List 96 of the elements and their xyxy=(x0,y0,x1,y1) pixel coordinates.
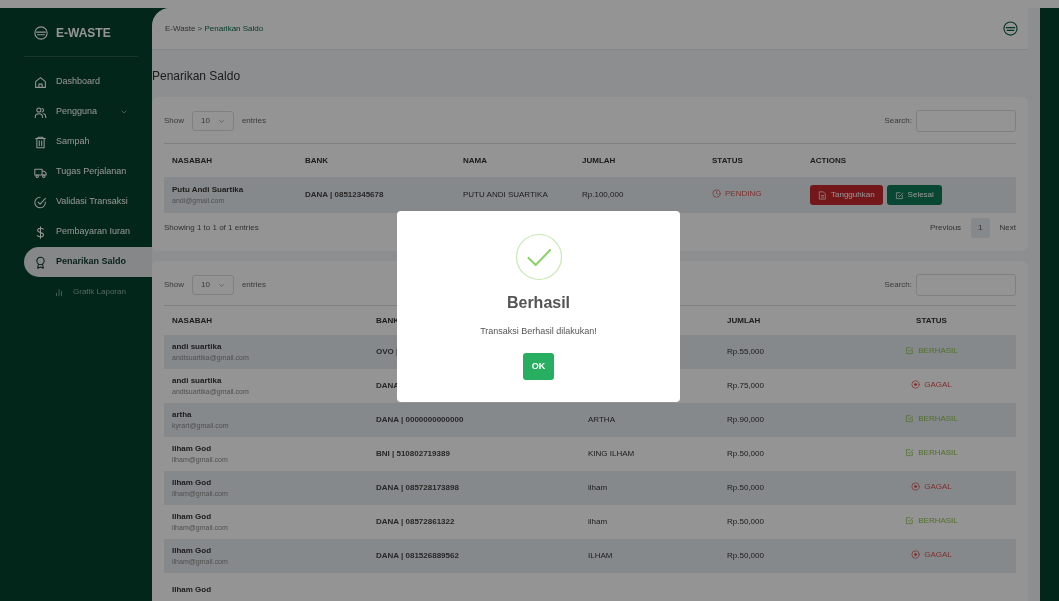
check-square-icon xyxy=(905,346,915,356)
table-cell: Rp.50,000 xyxy=(727,482,764,494)
status-label: GAGAL xyxy=(911,548,952,561)
customer-name: Ilham God xyxy=(172,442,213,455)
sidebar-item[interactable]: Penarikan Saldo xyxy=(24,247,152,277)
check-square-icon xyxy=(905,448,915,458)
success-check-icon xyxy=(514,233,563,281)
page-title: Penarikan Saldo xyxy=(152,68,242,85)
status-label: GAGAL xyxy=(911,480,952,493)
table-cell: KING ILHAM xyxy=(588,448,635,460)
entries-select[interactable]: 10 xyxy=(192,275,234,295)
sidebar-item[interactable]: Validasi Transaksi xyxy=(24,187,152,217)
x-circle-icon xyxy=(911,380,921,390)
status-label: BERHASIL xyxy=(905,344,958,357)
column-header: NASABAH xyxy=(172,154,212,167)
chevron-icon xyxy=(217,281,225,289)
entries-label: entries xyxy=(241,279,266,291)
column-header: STATUS xyxy=(916,314,947,327)
x-circle-icon xyxy=(911,550,921,560)
status-label: GAGAL xyxy=(911,378,952,391)
column-header: JUMLAH xyxy=(727,314,761,327)
clock-icon xyxy=(712,189,721,199)
status-label: BERHASIL xyxy=(905,446,958,459)
document-icon xyxy=(818,190,827,200)
users-icon xyxy=(34,105,47,119)
dollar-icon xyxy=(34,225,47,239)
trash-icon xyxy=(34,135,47,149)
table-cell: Rp.50,000 xyxy=(727,516,764,528)
sidebar-item[interactable]: Grafik Laporan xyxy=(24,277,152,307)
table-cell: ARTHA xyxy=(588,414,615,426)
table-cell: Rp.50,000 xyxy=(727,550,764,562)
breadcrumb: E-Waste > Penarikan Saldo xyxy=(165,22,264,35)
table-cell: Rp.55,000 xyxy=(727,346,764,358)
status-label: PENDING xyxy=(712,187,762,200)
customer-name: Ilham God xyxy=(172,584,212,596)
sidebar-item[interactable]: Pengguna xyxy=(24,97,152,127)
show-label: Show xyxy=(164,279,184,291)
previous-link[interactable]: Previous xyxy=(929,222,962,234)
status-label: BERHASIL xyxy=(905,514,958,527)
customer-name: andi suartika xyxy=(172,374,223,387)
check-circle-icon xyxy=(34,195,47,209)
table-cell: DANA | 0000000000000 xyxy=(376,414,464,426)
sidebar-item[interactable]: Pembayaran Iuran xyxy=(24,217,152,247)
table-cell: DANA | 08512345678 xyxy=(305,189,384,201)
status-label: BERHASIL xyxy=(905,412,958,425)
column-header: NASABAH xyxy=(172,314,212,327)
logo-text: E-WASTE xyxy=(56,25,111,42)
suspend-button[interactable]: Tangguhkan xyxy=(810,185,883,205)
logo-icon[interactable] xyxy=(1003,21,1018,36)
table-cell: BNI | 510802719389 xyxy=(376,448,450,460)
column-header: JUMLAH xyxy=(582,154,616,167)
check-square-icon xyxy=(894,190,904,200)
customer-name: Ilham God xyxy=(172,510,213,523)
customer-name: andi suartika xyxy=(172,340,223,353)
sidebar-item[interactable]: Tugas Perjalanan xyxy=(24,157,152,187)
table-cell: Rp.100,000 xyxy=(582,189,624,201)
bar-chart-icon xyxy=(54,287,64,297)
table-cell: PUTU ANDI SUARTIKA xyxy=(463,189,548,201)
search-label: Search: xyxy=(884,279,912,291)
table-cell: ilham xyxy=(588,482,608,494)
logo-icon xyxy=(34,26,48,40)
column-header: NAMA xyxy=(463,154,487,167)
column-header: STATUS xyxy=(712,154,743,167)
page-link[interactable]: 1 xyxy=(971,218,990,238)
dialog-title: Berhasil xyxy=(506,293,571,313)
sidebar-item[interactable]: Dashboard xyxy=(24,67,152,97)
table-info: Showing 1 to 1 of 1 entries xyxy=(164,222,259,234)
table-cell: Rp.50,000 xyxy=(727,448,764,460)
customer-name: artha xyxy=(172,408,193,421)
table-cell: DANA | 085728173898 xyxy=(376,482,459,494)
customer-name: Ilham God xyxy=(172,544,213,557)
dialog-message: Transaksi Berhasil dilakukan! xyxy=(480,325,597,338)
award-icon xyxy=(34,255,47,269)
table-cell: ILHAM xyxy=(588,550,613,562)
ok-button[interactable]: OK xyxy=(522,352,555,380)
table-cell: DANA | 08572861322 xyxy=(376,516,455,528)
table-cell: Rp.75,000 xyxy=(727,380,764,392)
entries-label: entries xyxy=(241,115,266,127)
show-label: Show xyxy=(164,115,184,127)
column-header: ACTIONS xyxy=(810,154,846,167)
check-square-icon xyxy=(905,414,915,424)
complete-button[interactable]: Selesai xyxy=(886,185,942,205)
check-square-icon xyxy=(905,516,915,526)
chevron-icon xyxy=(217,117,225,125)
sidebar-item[interactable]: Sampah xyxy=(24,127,152,157)
customer-name: Ilham God xyxy=(172,476,213,489)
next-link[interactable]: Next xyxy=(999,222,1016,234)
table-cell: Rp.90,000 xyxy=(727,414,764,426)
home-icon xyxy=(34,75,47,89)
search-label: Search: xyxy=(884,115,912,127)
column-header: BANK xyxy=(305,154,329,167)
x-circle-icon xyxy=(911,482,921,492)
customer-name: Putu Andi Suartika xyxy=(172,183,244,196)
table-cell: ilham xyxy=(588,516,608,528)
table-cell: DANA | 081526889562 xyxy=(376,550,459,562)
entries-select[interactable]: 10 xyxy=(192,111,234,131)
